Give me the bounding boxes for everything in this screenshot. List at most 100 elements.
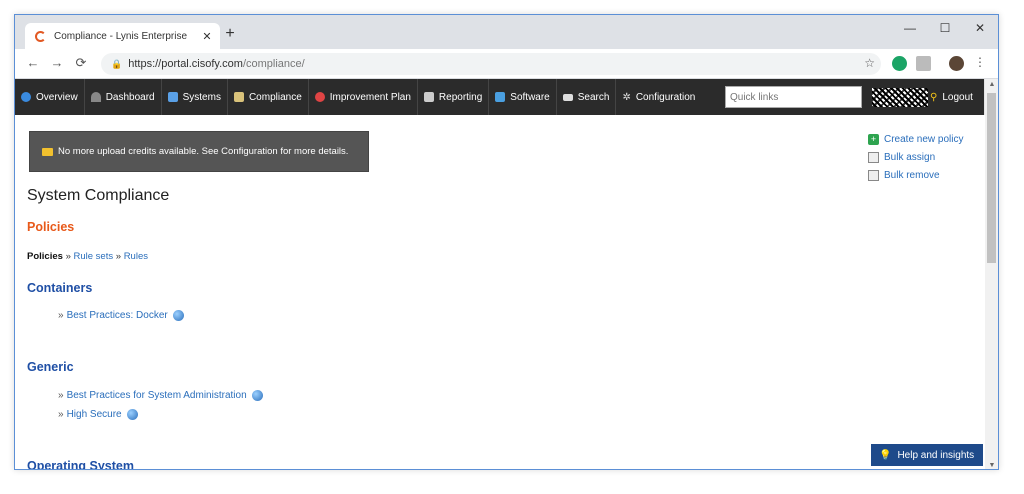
nav-label: Overview [36,91,78,103]
scroll-down-icon[interactable]: ▼ [985,462,998,469]
nav-reporting[interactable]: Reporting [418,79,490,115]
browser-tab[interactable]: Compliance - Lynis Enterprise ✕ [25,23,220,49]
grammarly-extension-icon[interactable] [892,56,907,71]
scroll-up-icon[interactable]: ▲ [985,81,998,88]
globe-icon [172,310,184,321]
logout-label: Logout [942,91,973,103]
cisofy-favicon-icon [35,30,46,42]
breadcrumb-current: Policies [27,251,63,262]
scrollbar-thumb[interactable] [987,93,996,263]
search-icon [562,93,573,101]
lock-icon: 🔒 [111,58,123,69]
nav-label: Reporting [438,91,483,103]
minimize-button[interactable]: — [895,21,925,35]
address-bar-row: ← → ⟳ 🔒 https://portal.cisofy.com /compl… [15,49,998,79]
nav-label: Search [577,91,610,103]
list-icon [868,169,879,181]
software-icon [495,92,506,102]
nav-configuration[interactable]: ✲ Configuration [616,79,701,115]
reload-icon[interactable]: ⟳ [73,55,89,71]
page-content: No more upload credits available. See Co… [15,115,985,470]
new-tab-button[interactable]: + [222,26,238,42]
upload-credits-alert: No more upload credits available. See Co… [29,131,369,172]
policy-actions: + Create new policy Bulk assign Bulk rem… [868,130,963,184]
create-new-policy-link[interactable]: + Create new policy [868,130,963,148]
bookmark-star-icon[interactable]: ☆ [864,56,875,70]
url-path: /compliance/ [242,58,305,70]
nav-systems[interactable]: Systems [162,79,228,115]
policy-link[interactable]: Best Practices: Docker [67,310,168,321]
nav-label: Compliance [248,91,302,103]
rule-sets-link[interactable]: Rule sets [74,251,114,262]
browser-window: Compliance - Lynis Enterprise ✕ + — ☐ ✕ … [14,14,999,470]
back-icon[interactable]: ← [25,55,41,70]
rules-link[interactable]: Rules [124,251,148,262]
help-label: Help and insights [897,449,975,461]
nav-improvement-plan[interactable]: Improvement Plan [309,79,418,115]
bullet: » [58,310,64,321]
nav-label: Improvement Plan [329,91,411,103]
profile-avatar[interactable] [949,56,964,71]
bulk-remove-label: Bulk remove [884,169,940,181]
tab-close-icon[interactable]: ✕ [200,30,214,43]
bulk-assign-link[interactable]: Bulk assign [868,148,963,166]
url-bar[interactable]: 🔒 https://portal.cisofy.com /compliance/… [101,53,881,75]
nav-dashboard[interactable]: Dashboard [85,79,162,115]
lightbulb-icon: 💡 [879,449,892,461]
window-close-button[interactable]: ✕ [965,21,995,35]
bullet: » [58,390,64,401]
nav-label: Software [510,91,550,103]
breadcrumb: Policies » Rule sets » Rules [27,251,148,262]
gear-icon: ✲ [622,91,631,103]
credit-card-icon [42,147,53,156]
quick-links-input[interactable] [725,86,862,108]
list-item: » Best Practices: Docker [58,310,184,321]
nav-label: Dashboard [105,91,155,103]
globe-icon [21,92,31,102]
breadcrumb-separator: » [65,251,71,262]
clipboard-icon [233,92,244,102]
user-identicon [872,88,928,107]
forward-icon[interactable]: → [49,55,65,70]
bulk-remove-link[interactable]: Bulk remove [868,166,963,184]
nav-software[interactable]: Software [489,79,557,115]
globe-icon [126,409,138,420]
help-and-insights-button[interactable]: 💡 Help and insights [871,444,983,466]
nav-overview[interactable]: Overview [15,79,85,115]
section-heading-generic: Generic [27,360,74,374]
section-heading-operating-system: Operating System [27,459,134,470]
top-navigation: Overview Dashboard Systems Compliance Im… [15,79,985,115]
policy-link[interactable]: High Secure [67,409,122,420]
monitor-icon [167,92,178,102]
policies-heading: Policies [27,220,75,234]
policy-link[interactable]: Best Practices for System Administration [67,390,247,401]
alert-text: No more upload credits available. See Co… [58,146,349,157]
title-bar: Compliance - Lynis Enterprise ✕ + — ☐ ✕ [15,15,998,49]
report-icon [423,92,434,102]
key-icon: ⚲ [930,91,938,103]
list-item: » High Secure [58,409,138,420]
tab-title: Compliance - Lynis Enterprise [54,30,188,42]
page-title: System Compliance [27,187,170,204]
page-scrollbar[interactable]: ▲ ▼ [984,79,998,469]
logout-link[interactable]: ⚲ Logout [930,79,973,115]
nav-compliance[interactable]: Compliance [228,79,309,115]
list-icon [868,151,879,163]
nav-label: Configuration [635,91,696,103]
dashboard-icon [90,92,101,102]
nav-label: Systems [182,91,221,103]
nav-search[interactable]: Search [557,79,617,115]
globe-icon [251,390,263,401]
extension-icon[interactable] [916,56,931,71]
bullet: » [58,409,64,420]
url-host: https://portal.cisofy.com [128,58,243,70]
breadcrumb-separator: » [115,251,122,262]
browser-menu-icon[interactable]: ⋮ [974,55,986,69]
bulk-assign-label: Bulk assign [884,151,936,163]
section-heading-containers: Containers [27,281,93,295]
target-icon [314,92,325,102]
create-policy-label: Create new policy [884,133,964,145]
plus-icon: + [868,133,879,145]
list-item: » Best Practices for System Administrati… [58,390,263,401]
maximize-button[interactable]: ☐ [930,21,960,35]
